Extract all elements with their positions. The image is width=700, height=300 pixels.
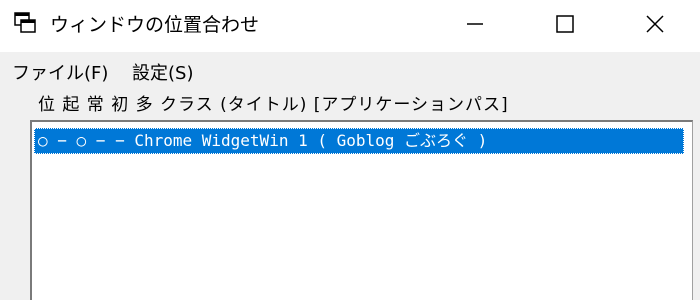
minimize-icon [465, 14, 485, 38]
list-item-text: ○ − ○ − − Chrome WidgetWin 1 ( Goblog ごぶ… [38, 131, 488, 150]
minimize-button[interactable] [430, 0, 520, 52]
window-app-icon [14, 12, 36, 34]
list-item[interactable]: ○ − ○ − − Chrome WidgetWin 1 ( Goblog ごぶ… [34, 128, 684, 154]
window-list[interactable]: ○ − ○ − − Chrome WidgetWin 1 ( Goblog ごぶ… [30, 120, 693, 300]
column-header-labels: 位 起 常 初 多 クラス (タイトル) [アプリケーションパス] [38, 95, 509, 115]
maximize-icon [555, 14, 575, 38]
close-button[interactable] [610, 0, 700, 52]
menu-file[interactable]: ファイル(F) [12, 60, 108, 88]
list-column-header: 位 起 常 初 多 クラス (タイトル) [アプリケーションパス] [0, 90, 700, 120]
window-title: ウィンドウの位置合わせ [50, 14, 260, 36]
menu-bar: ファイル(F) 設定(S) [0, 58, 700, 90]
maximize-button[interactable] [520, 0, 610, 52]
app-window: ウィンドウの位置合わせ ファイル(F) 設定(S) 位 起 常 初 多 クラス … [0, 0, 700, 300]
menu-settings[interactable]: 設定(S) [132, 60, 193, 88]
close-icon [645, 14, 665, 38]
title-bar[interactable]: ウィンドウの位置合わせ [0, 0, 700, 52]
